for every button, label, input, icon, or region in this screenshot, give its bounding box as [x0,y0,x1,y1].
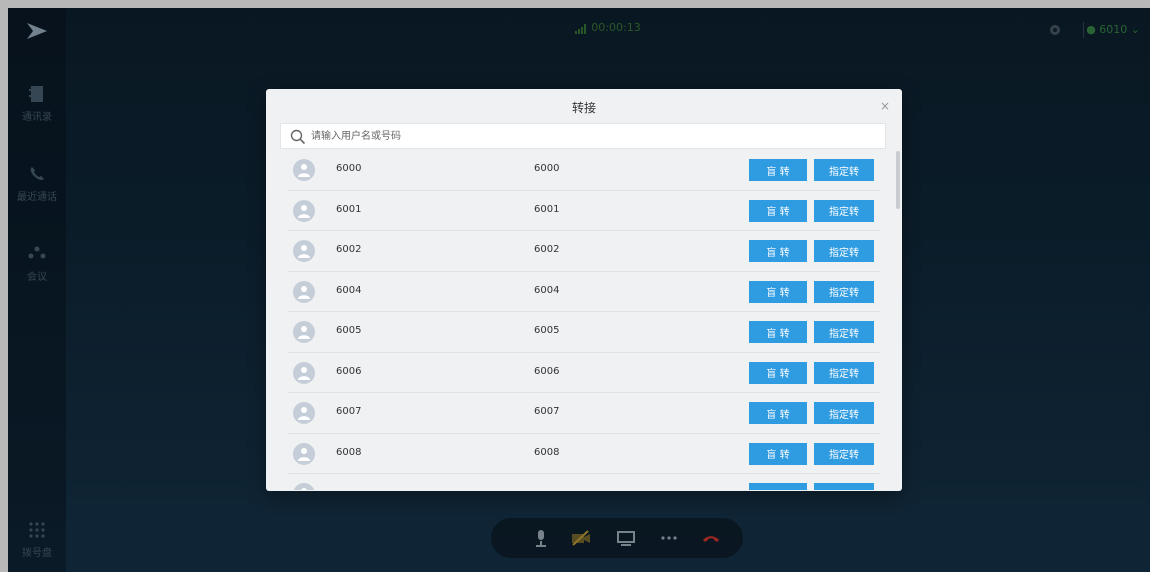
user-avatar-icon [293,361,315,384]
contact-name: 6005 [336,325,362,336]
blind-transfer-button[interactable]: 盲 转 [749,361,807,384]
list-item: 6007 6007 盲 转指定转 [288,393,880,434]
scrollbar[interactable] [896,151,900,209]
transfer-dialog: 转接 × 60006000盲 转指定转60016001盲 转指定转6002600… [266,89,902,491]
dialog-title: 转接 [571,101,596,115]
user-avatar-icon [293,483,315,490]
contact-name: 6006 [336,365,362,377]
contact-name: 6001 [336,203,362,215]
contact-list: 6000 6000 盲 转指定转 6001 6001 盲 转指定转 6002 6002 盲 转指… [288,150,880,490]
list-item: 盲 转指定转 [288,474,880,490]
attended-transfer-button[interactable]: 指定转 [814,280,874,303]
search-icon [290,129,306,145]
contact-number: 6004 [534,284,560,296]
contact-name: 6000 [336,163,362,174]
contact-name: 6004 [336,284,362,296]
list-item: 6004 6004 盲 转指定转 [288,272,880,312]
user-avatar-icon [293,280,315,303]
blind-transfer-button[interactable]: 盲 转 [749,483,807,490]
contact-number: 6005 [534,325,560,336]
close-icon[interactable]: × [880,99,890,113]
blind-transfer-button[interactable]: 盲 转 [749,321,807,343]
list-item: 6008 6008 盲 转指定转 [288,434,880,474]
attended-transfer-button[interactable]: 指定转 [814,321,874,343]
attended-transfer-button[interactable]: 指定转 [814,442,874,465]
contact-number: 6002 [534,244,560,255]
user-avatar-icon [293,402,315,424]
user-avatar-icon [293,159,315,181]
blind-transfer-button[interactable]: 盲 转 [749,159,807,181]
list-item: 6006 6006 盲 转指定转 [288,353,880,393]
contact-name: 6007 [336,406,362,417]
user-avatar-icon [293,321,315,343]
attended-transfer-button[interactable]: 指定转 [814,240,874,262]
contact-name: 6002 [336,244,362,255]
blind-transfer-button[interactable]: 盲 转 [749,199,807,222]
contact-number: 6000 [534,163,560,174]
list-item: 6005 6005 盲 转指定转 [288,312,880,353]
contact-number: 6008 [534,446,560,458]
search-input[interactable] [311,127,871,146]
contact-number: 6007 [534,406,560,417]
user-avatar-icon [293,199,315,222]
contact-number: 6006 [534,365,560,377]
user-avatar-icon [293,442,315,465]
search-box [280,123,886,149]
blind-transfer-button[interactable]: 盲 转 [749,442,807,465]
attended-transfer-button[interactable]: 指定转 [814,361,874,384]
attended-transfer-button[interactable]: 指定转 [814,483,874,490]
list-item: 6000 6000 盲 转指定转 [288,150,880,191]
attended-transfer-button[interactable]: 指定转 [814,199,874,222]
user-avatar-icon [293,240,315,262]
blind-transfer-button[interactable]: 盲 转 [749,240,807,262]
list-item: 6002 6002 盲 转指定转 [288,231,880,272]
contact-number: 6001 [534,203,560,215]
attended-transfer-button[interactable]: 指定转 [814,402,874,424]
list-item: 6001 6001 盲 转指定转 [288,191,880,231]
contact-name: 6008 [336,446,362,458]
attended-transfer-button[interactable]: 指定转 [814,159,874,181]
blind-transfer-button[interactable]: 盲 转 [749,402,807,424]
blind-transfer-button[interactable]: 盲 转 [749,280,807,303]
